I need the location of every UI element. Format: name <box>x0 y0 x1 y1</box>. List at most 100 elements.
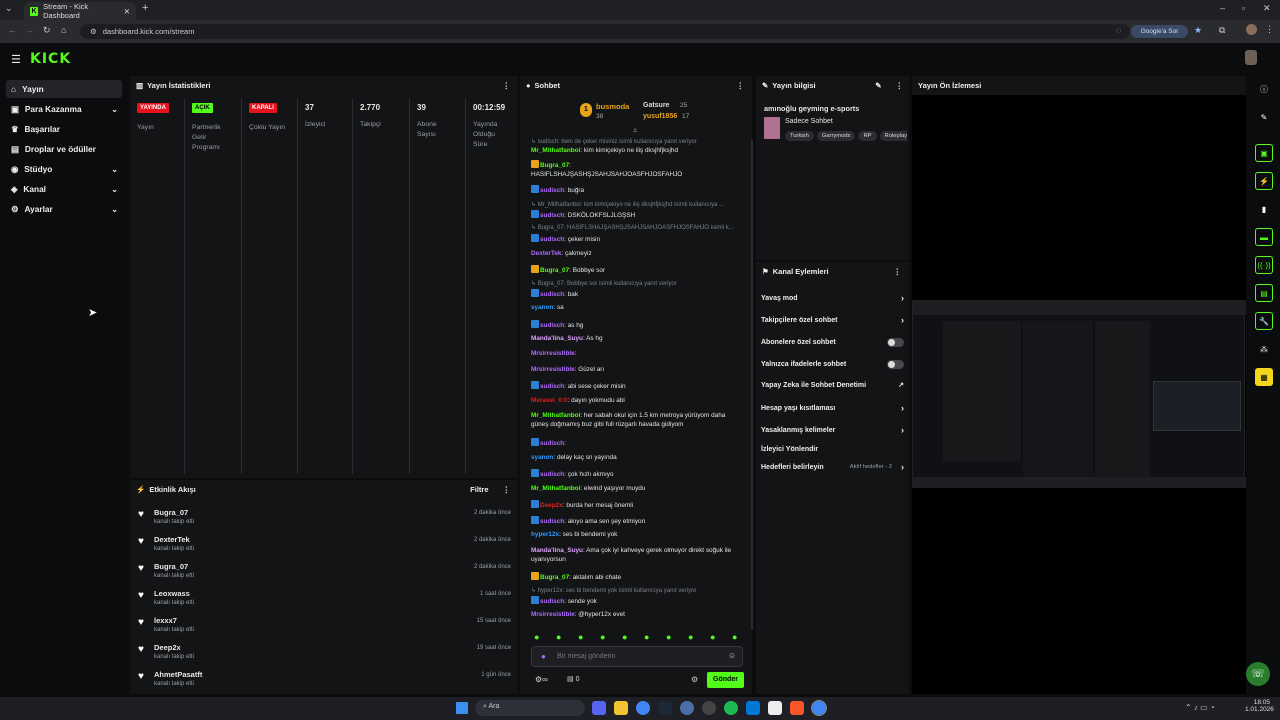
wrench-icon[interactable]: 🔧 <box>1255 312 1273 330</box>
tray-icons[interactable]: ⌃ ♪ ▭ ◔ <box>1185 703 1215 712</box>
chat-message[interactable]: Mr_Mithatfanboi: her sabah okul için 1.5… <box>531 412 743 429</box>
gift-counter[interactable]: ▤ 0 <box>567 675 579 683</box>
chat-reply-context[interactable]: ↳ Bugra_07: Bobbye sor isimli kullanıcıy… <box>531 280 743 289</box>
more-icon[interactable]: ⋮ <box>503 485 511 494</box>
chat-message[interactable]: Mr_Mithatfanboi: kim kimiçekiyo ne iliş … <box>531 147 743 156</box>
channel-action-item[interactable]: Hesap yaşı kısıtlaması › <box>761 401 906 415</box>
activity-row[interactable]: ♥ lexxx7 kanalı takip etti 15 saat önce <box>138 615 513 642</box>
sidebar-item-kanal[interactable]: ◈ Kanal ⌄ <box>6 180 122 198</box>
browser-tab[interactable]: K Stream - Kick Dashboard ✕ <box>24 2 136 20</box>
infinity-icon[interactable]: ⚙∞ <box>535 675 548 684</box>
chat-username[interactable]: Mrsirresistible <box>531 611 575 618</box>
chat-message[interactable]: Deep2x: burda her mesaj önemli <box>531 500 743 511</box>
chat-username[interactable]: Bugra_07 <box>540 574 569 581</box>
activity-row[interactable]: ♥ Deep2x kanalı takip etti 19 saat önce <box>138 642 513 669</box>
close-tab-icon[interactable]: ✕ <box>124 7 130 16</box>
more-icon[interactable]: ⋮ <box>737 81 745 90</box>
chat-message[interactable]: Bugra_07: <box>531 160 743 171</box>
edit-icon[interactable]: ✎ <box>1255 108 1273 126</box>
flash-icon[interactable]: ⚡ <box>1255 172 1273 190</box>
new-tab-icon[interactable]: + <box>142 2 148 14</box>
emote-icon[interactable]: ● <box>534 632 539 642</box>
chat-message[interactable]: sudisch: bak <box>531 289 743 300</box>
chat-username[interactable]: Mr_Mithatfanboi <box>531 412 580 419</box>
clipboard-icon[interactable]: ▮ <box>1255 200 1273 218</box>
sidebar-item-studyo[interactable]: ◉ Stüdyo ⌄ <box>6 160 122 178</box>
chat-message[interactable]: Manda'lina_Suyu: Ama çok iyi kahveye ger… <box>531 547 743 564</box>
emote-icon[interactable]: ● <box>688 632 693 642</box>
more-icon[interactable]: ⋮ <box>896 81 904 90</box>
chat-reply-context[interactable]: ↳ Mr_Mithatfanboi: kim kimiçekiyo ne ili… <box>531 201 743 210</box>
chat-input[interactable]: ● Bir mesaj gönderin ☺ <box>531 646 743 667</box>
emote-icon[interactable]: ● <box>732 632 737 642</box>
chat-message[interactable]: Mrsirresistible: <box>531 350 743 359</box>
chat-message[interactable]: sudisch: buğra <box>531 185 743 196</box>
channel-action-item[interactable]: Yapay Zeka ile Sohbet Denetimi ↗ <box>761 378 906 392</box>
chat-username[interactable]: sudisch <box>540 471 564 478</box>
send-button[interactable]: Gönder <box>707 672 744 688</box>
emote-icon[interactable]: ● <box>644 632 649 642</box>
discord-icon[interactable] <box>592 701 606 715</box>
chat-message[interactable]: Mrsirresistible: @hyper12x evet <box>531 611 743 620</box>
sidebar-item-ayarlar[interactable]: ⚙ Ayarlar ⌄ <box>6 200 122 218</box>
bookmark-star-icon[interactable]: ★ <box>1194 25 1202 36</box>
channel-action-item[interactable]: Takipçilere özel sohbet › <box>761 313 906 327</box>
channel-action-item[interactable]: Yasaklanmış kelimeler › <box>761 423 906 437</box>
chat-message[interactable]: Bugra_07: aktalım abi chate <box>531 572 743 583</box>
activity-row[interactable]: ♥ Leoxwass kanalı takip etti 1 saat önce <box>138 588 513 615</box>
sidebar-item-basarilar[interactable]: ♛ Başarılar <box>6 120 122 138</box>
site-info-icon[interactable]: ⚙ <box>90 27 97 36</box>
edit-icon[interactable]: ✎ <box>875 81 881 90</box>
extensions-icon[interactable]: ⧉ <box>1219 25 1225 36</box>
support-chat-button[interactable]: ☏ <box>1246 662 1270 686</box>
steam-icon[interactable] <box>658 701 672 715</box>
chat-username[interactable]: Manda'lina_Suyu <box>531 547 583 554</box>
reload-icon[interactable]: ↻ <box>43 25 51 36</box>
eye-off-icon[interactable]: ◌ <box>1116 25 1121 35</box>
chat-scrollbar[interactable] <box>751 140 753 630</box>
user-avatar[interactable] <box>1245 50 1257 65</box>
browser-menu-icon[interactable]: ⋮ <box>1265 24 1274 35</box>
chat-username[interactable]: Deep2x <box>540 502 563 509</box>
clock[interactable]: 18:05 1.01.2026 <box>1245 699 1274 713</box>
chat-username[interactable]: Bugra_07 <box>540 267 569 274</box>
chat-message[interactable]: sudisch: sende yok <box>531 596 743 607</box>
emote-icon[interactable]: ● <box>578 632 583 642</box>
spotify-icon[interactable] <box>724 701 738 715</box>
chat-message[interactable]: Mrsirresistible: Güzel arı <box>531 366 743 375</box>
app-icon[interactable] <box>680 701 694 715</box>
chat-message[interactable]: sudisch: DSKÖLOKFSLJLGŞSH <box>531 210 743 221</box>
chat-username[interactable]: sudisch <box>540 187 564 194</box>
chat-username[interactable]: sudisch <box>540 236 564 243</box>
chat-username[interactable]: Manda'lina_Suyu <box>531 335 583 342</box>
toggle-switch[interactable] <box>887 359 904 369</box>
chrome-icon[interactable] <box>636 701 650 715</box>
chat-reply-context[interactable]: ↳ sudisch: beni de çeker misiniz isimli … <box>531 138 743 147</box>
chat-message[interactable]: sudisch: akıyo ama sen şey etmiyon <box>531 516 743 527</box>
google-ask-button[interactable]: Google'a Sor <box>1131 25 1188 38</box>
chat-message[interactable]: syanon: sa <box>531 304 743 313</box>
chat-username[interactable]: sudisch <box>540 322 564 329</box>
chat-message[interactable]: sudisch: abi sese çeker misin <box>531 381 743 392</box>
chat-username[interactable]: syanon <box>531 304 553 311</box>
tab-menu-icon[interactable]: ⌄ <box>5 3 13 14</box>
broadcast-icon[interactable]: ((·)) <box>1255 256 1273 274</box>
vscode-icon[interactable] <box>746 701 760 715</box>
more-icon[interactable]: ⋮ <box>894 267 902 276</box>
filter-button[interactable]: Filtre <box>470 485 488 494</box>
more-icon[interactable]: ⋮ <box>503 81 511 90</box>
chat-message[interactable]: hyper12x: ses bi bendemi yok <box>531 531 743 540</box>
camera-icon[interactable]: ▣ <box>1255 144 1273 162</box>
chat-message[interactable]: DexterTek: çakmeyiz <box>531 250 743 259</box>
clapper-icon[interactable]: ▦ <box>1255 368 1273 386</box>
chat-username[interactable]: Merasel_0:0 <box>531 397 568 404</box>
sidebar-item-para-kazanma[interactable]: ▣ Para Kazanma ⌄ <box>6 100 122 118</box>
chat-reply-context[interactable]: ↳ hyper12x: ses bi bendemi yok isimli ku… <box>531 587 743 596</box>
chat-message[interactable]: Manda'lina_Suyu: As hg <box>531 335 743 344</box>
channel-action-item[interactable]: Hedefleri belirleyin Aktif hedefler - 2 › <box>761 460 906 474</box>
back-icon[interactable]: ← <box>8 25 17 35</box>
channel-action-item[interactable]: Yavaş mod › <box>761 291 906 305</box>
app2-icon[interactable] <box>768 701 782 715</box>
channel-action-item[interactable]: Abonelere özel sohbet <box>761 335 906 349</box>
chat-username[interactable]: sudisch <box>540 440 564 447</box>
